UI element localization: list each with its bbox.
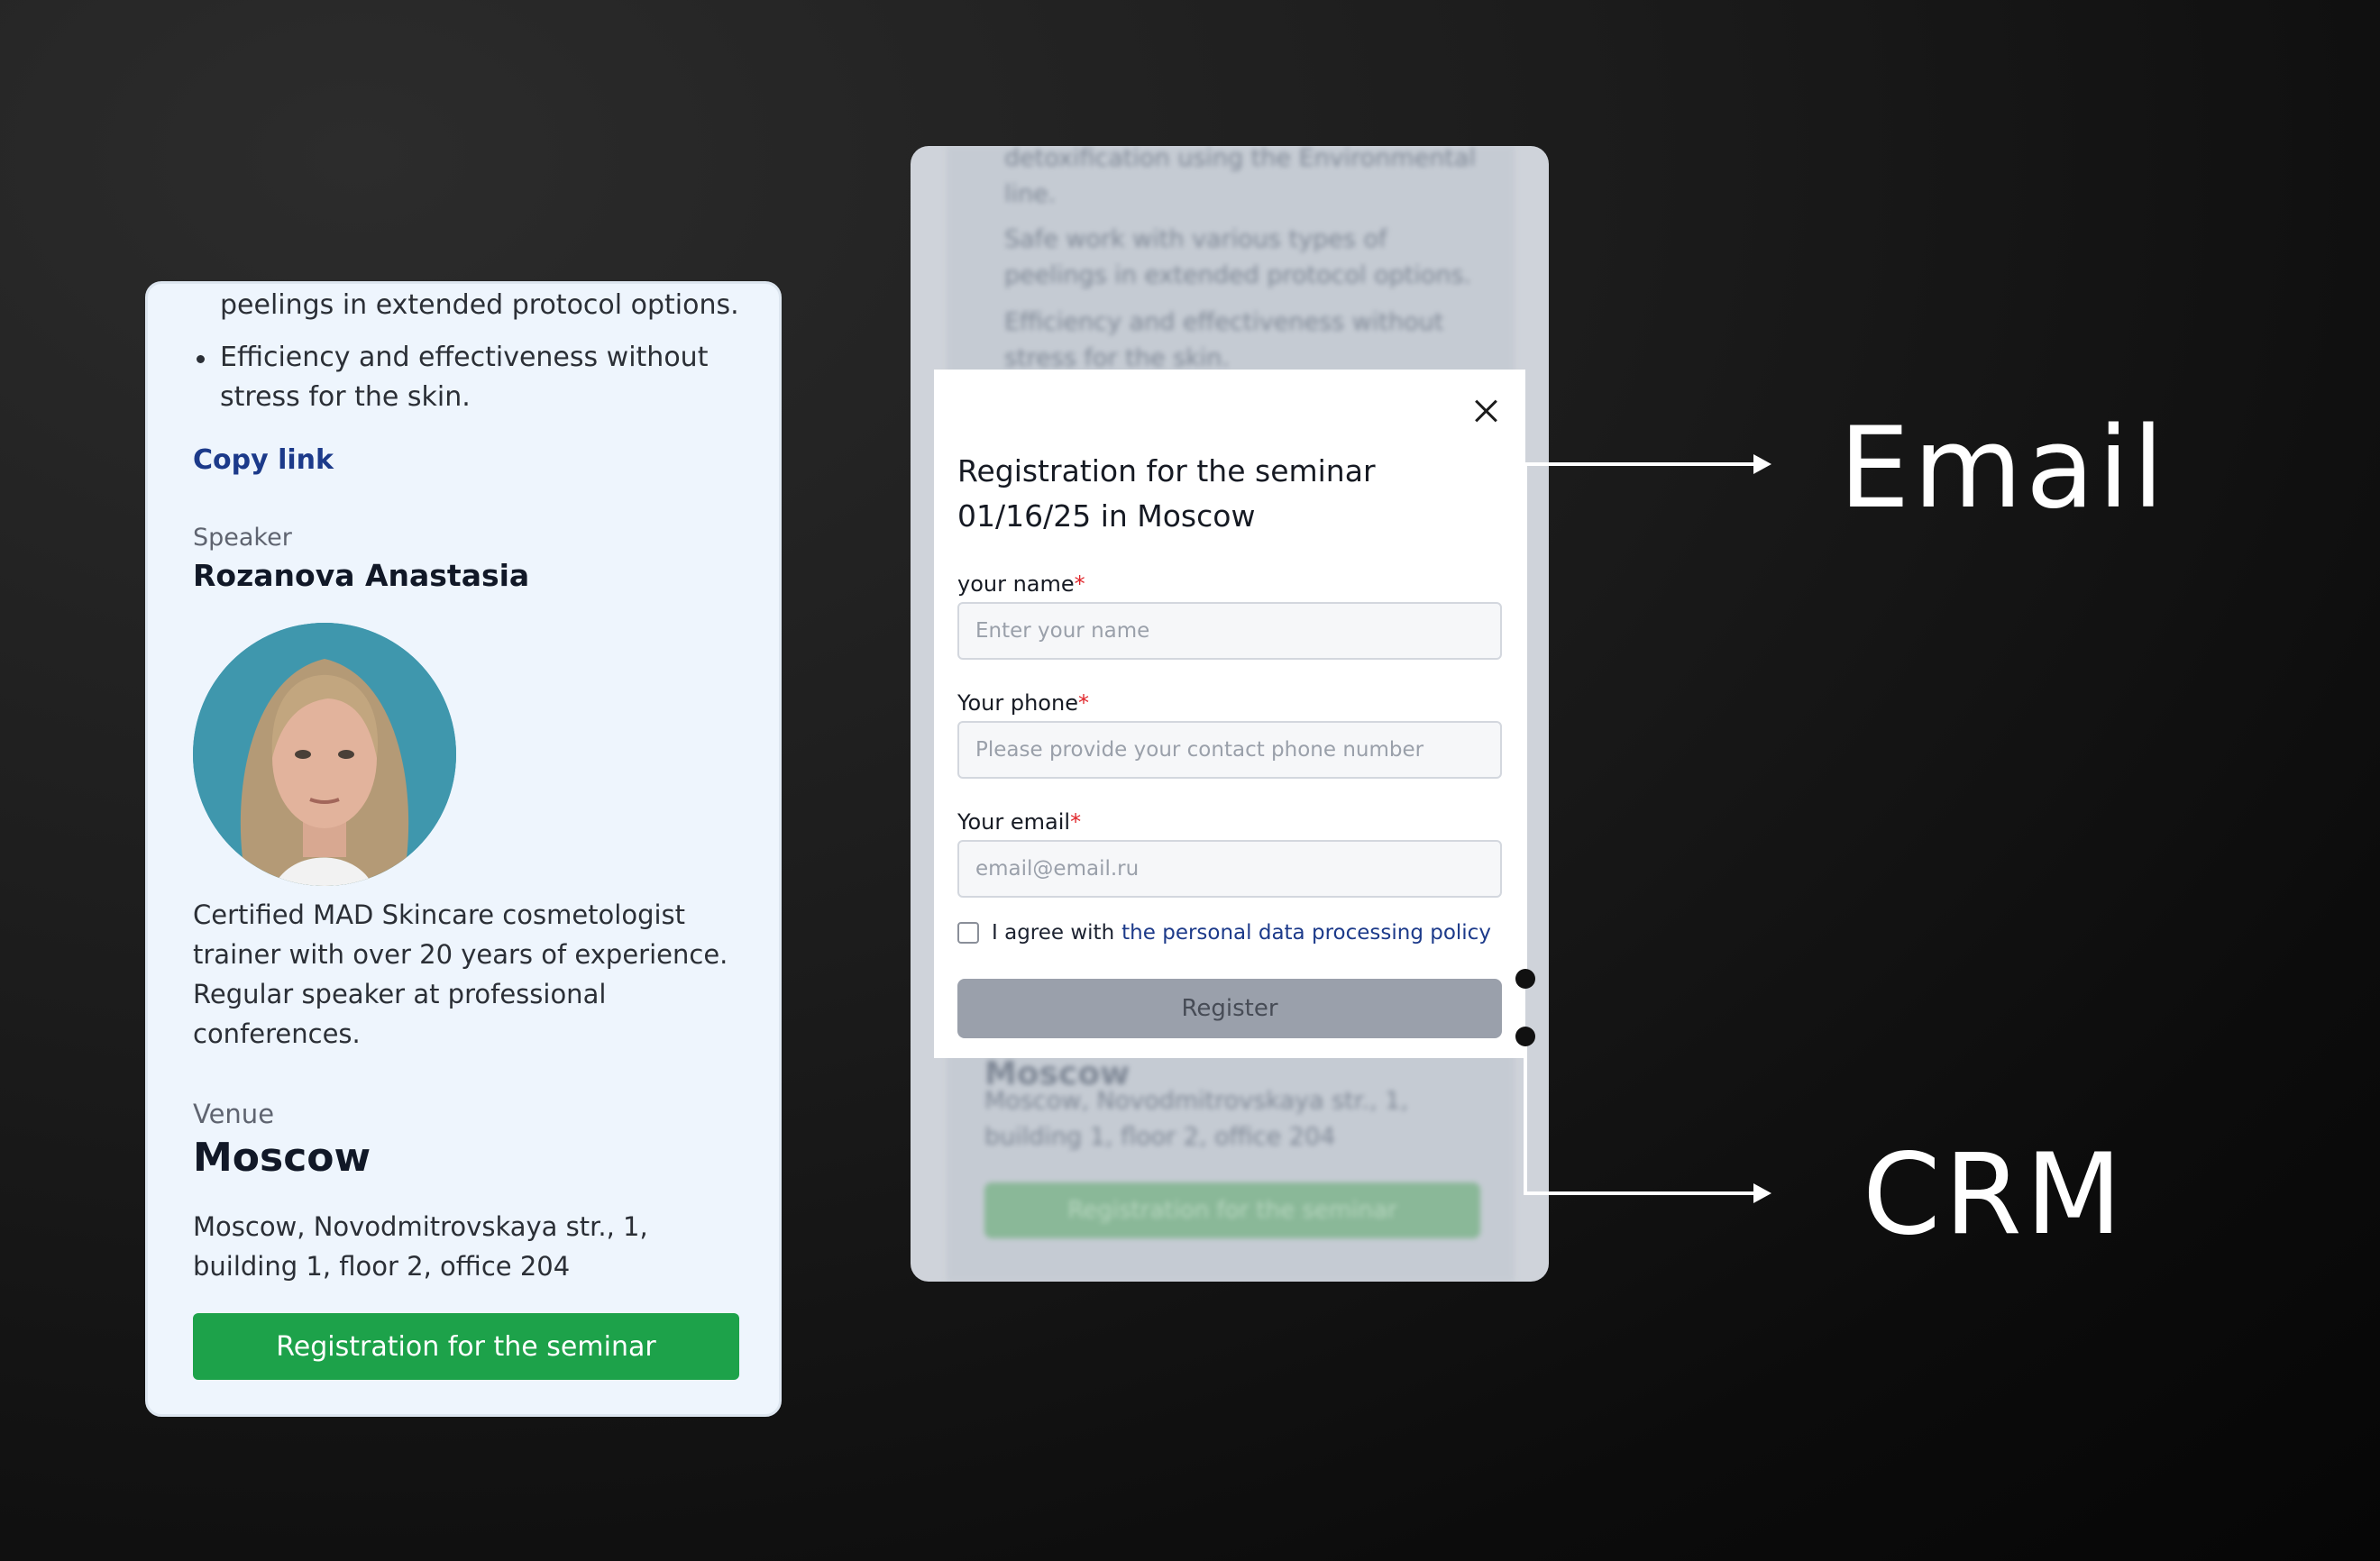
- connector-dot: [1515, 969, 1535, 989]
- email-arrowhead: [1753, 454, 1771, 474]
- crm-arrowhead: [1753, 1183, 1771, 1203]
- email-destination-label: Email: [1839, 404, 2168, 534]
- crm-destination-label: CRM: [1863, 1130, 2126, 1260]
- crm-connector-line: [1524, 1036, 1758, 1195]
- connector-dot: [1515, 1027, 1535, 1046]
- flow-connectors: [1515, 454, 1771, 1203]
- email-connector-line: [1524, 462, 1758, 979]
